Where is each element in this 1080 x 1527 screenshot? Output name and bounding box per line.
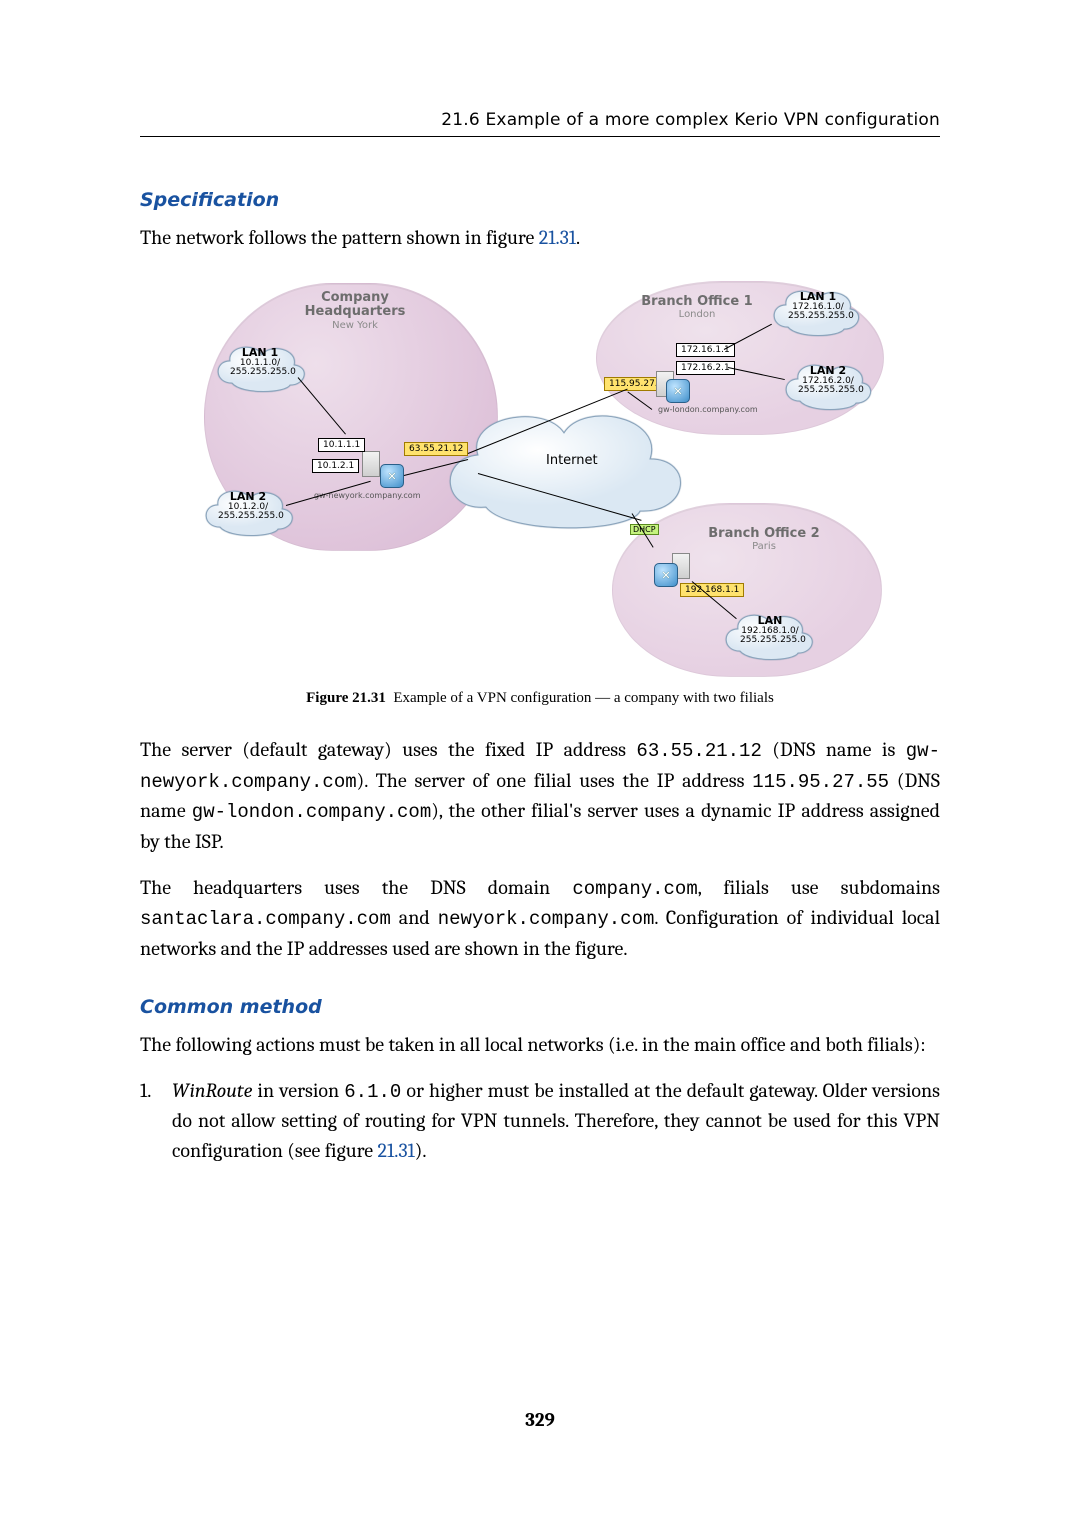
text: Company xyxy=(280,291,430,305)
ip-literal: 63.55.21.12 xyxy=(636,740,761,762)
text: and xyxy=(391,906,438,929)
b1-ip1: 172.16.1.1 xyxy=(676,343,735,357)
heading-specification: Specification xyxy=(140,189,940,211)
figure-caption-text: Example of a VPN configuration — a compa… xyxy=(393,690,773,706)
hq-lan1-label: LAN 1 10.1.1.0/ 255.255.255.0 xyxy=(230,347,290,377)
text: London xyxy=(632,309,762,320)
b2-firewall-icon xyxy=(654,563,678,587)
text: Branch Office 2 xyxy=(694,527,834,541)
domain-literal: santaclara.company.com xyxy=(140,908,391,930)
product-name: WinRoute xyxy=(172,1079,252,1102)
network-diagram: Company Headquarters New York Branch Off… xyxy=(200,281,880,676)
hq-title: Company Headquarters New York xyxy=(280,291,430,331)
figure-label: Figure 21.31 xyxy=(306,690,386,706)
branch2-title: Branch Office 2 Paris xyxy=(694,527,834,552)
text: . xyxy=(576,226,580,249)
text: The headquarters uses the DNS domain xyxy=(140,876,572,899)
text: New York xyxy=(280,320,430,331)
text: The network follows the pattern shown in… xyxy=(140,226,539,249)
hq-ip-10-1-1-1: 10.1.1.1 xyxy=(318,438,365,452)
list-number: 1. xyxy=(140,1076,172,1167)
header-rule xyxy=(140,136,940,137)
hq-ip-10-1-2-1: 10.1.2.1 xyxy=(312,459,359,473)
b1-ip2: 172.16.2.1 xyxy=(676,361,735,375)
text: (DNS name is xyxy=(762,738,906,761)
heading-common-method: Common method xyxy=(140,996,940,1018)
text: Paris xyxy=(694,541,834,552)
b1-lan2-label: LAN 2 172.16.2.0/ 255.255.255.0 xyxy=(798,365,858,395)
paragraph-server-ips: The server (default gateway) uses the fi… xyxy=(140,735,940,857)
internet-label: Internet xyxy=(546,453,598,468)
ip-literal: 115.95.27.55 xyxy=(752,771,889,793)
list-item: 1. WinRoute in version 6.1.0 or higher m… xyxy=(140,1076,940,1167)
steps-list: 1. WinRoute in version 6.1.0 or higher m… xyxy=(140,1076,940,1167)
hq-lan2-label: LAN 2 10.1.2.0/ 255.255.255.0 xyxy=(218,491,278,521)
text: in version xyxy=(252,1079,344,1102)
b1-lan1-label: LAN 1 172.16.1.0/ 255.255.255.0 xyxy=(788,291,848,321)
running-header: 21.6 Example of a more complex Kerio VPN… xyxy=(140,110,940,136)
text: Branch Office 1 xyxy=(632,295,762,309)
figure-ref-link[interactable]: 21.31 xyxy=(378,1139,415,1162)
text: 255.255.255.0 xyxy=(798,385,864,395)
text: The server (default gateway) uses the fi… xyxy=(140,738,636,761)
domain-literal: company.com xyxy=(572,878,697,900)
paragraph-dns-domains: The headquarters uses the DNS domain com… xyxy=(140,873,940,964)
figure-ref-link[interactable]: 21.31 xyxy=(539,226,576,249)
domain-literal: newyork.company.com xyxy=(438,908,655,930)
b2-lan-label: LAN 192.168.1.0/ 255.255.255.0 xyxy=(740,615,800,645)
list-body: WinRoute in version 6.1.0 or higher must… xyxy=(172,1076,940,1167)
text: 255.255.255.0 xyxy=(740,635,806,645)
text: ). The server of one filial uses the IP … xyxy=(357,769,753,792)
text: Headquarters xyxy=(280,305,430,319)
hq-firewall-icon xyxy=(380,464,404,488)
branch1-title: Branch Office 1 London xyxy=(632,295,762,320)
text: , filials use subdomains xyxy=(698,876,940,899)
b1-gw-dns: gw-london.company.com xyxy=(658,405,758,414)
figure-caption: Figure 21.31 Example of a VPN configurat… xyxy=(140,690,940,707)
text: ). xyxy=(415,1139,427,1162)
text: 255.255.255.0 xyxy=(788,311,854,321)
figure-21-31: Company Headquarters New York Branch Off… xyxy=(140,281,940,707)
hq-server-icon xyxy=(362,451,380,477)
common-intro: The following actions must be taken in a… xyxy=(140,1030,940,1060)
dns-literal: gw-london.company.com xyxy=(192,801,431,823)
version-literal: 6.1.0 xyxy=(344,1081,401,1103)
b2-ip: 192.168.1.1 xyxy=(680,583,744,597)
text: 255.255.255.0 xyxy=(230,367,296,377)
page-number: 329 xyxy=(0,1409,1080,1431)
text: 255.255.255.0 xyxy=(218,511,284,521)
b1-firewall-icon xyxy=(666,379,690,403)
spec-intro: The network follows the pattern shown in… xyxy=(140,223,940,253)
hq-ext-ip: 63.55.21.12 xyxy=(404,442,468,456)
